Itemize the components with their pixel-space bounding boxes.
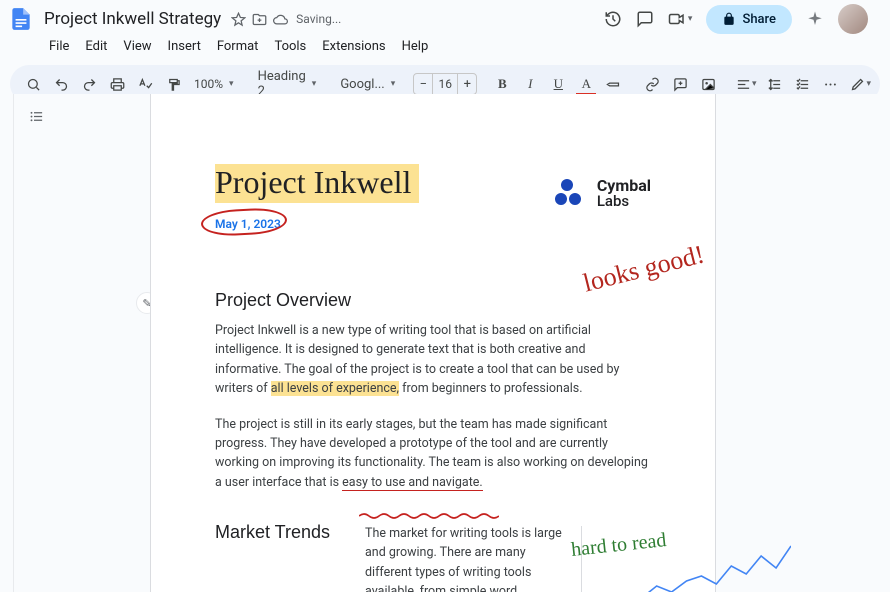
- logo-mark-icon: [555, 179, 589, 209]
- history-icon[interactable]: [604, 10, 622, 28]
- menu-insert[interactable]: Insert: [161, 36, 208, 57]
- menu-edit[interactable]: Edit: [78, 36, 114, 57]
- font-size-decrease[interactable]: −: [414, 77, 432, 92]
- gemini-icon[interactable]: [806, 10, 824, 28]
- doc-heading-title[interactable]: Project Inkwell: [215, 164, 419, 203]
- star-icon[interactable]: [231, 12, 246, 27]
- workspace: ✎ Project Inkwell May 1, 2023 CymbalLabs…: [0, 94, 890, 592]
- overview-paragraph-1[interactable]: Project Inkwell is a new type of writing…: [215, 321, 651, 399]
- comments-icon[interactable]: [636, 10, 654, 28]
- share-button[interactable]: Share: [706, 5, 792, 34]
- lock-icon: [722, 12, 736, 26]
- title-bar: Project Inkwell Strategy Saving... ▾ Sha…: [0, 0, 890, 34]
- cloud-status-icon[interactable]: [273, 12, 288, 27]
- menu-extensions[interactable]: Extensions: [315, 36, 392, 57]
- outline-toggle-button[interactable]: [22, 102, 50, 130]
- menu-tools[interactable]: Tools: [267, 36, 313, 57]
- menu-help[interactable]: Help: [395, 36, 436, 57]
- trends-paragraph[interactable]: The market for writing tools is large an…: [365, 524, 565, 592]
- font-size-control[interactable]: − 16 +: [413, 73, 477, 95]
- menu-view[interactable]: View: [116, 36, 158, 57]
- menu-file[interactable]: File: [42, 36, 76, 57]
- move-icon[interactable]: [252, 12, 267, 27]
- overview-paragraph-2[interactable]: The project is still in its early stages…: [215, 415, 651, 493]
- menu-bar: File Edit View Insert Format Tools Exten…: [0, 34, 890, 61]
- font-size-increase[interactable]: +: [458, 77, 476, 92]
- header-right: ▾ Share: [604, 4, 880, 34]
- menu-format[interactable]: Format: [210, 36, 266, 57]
- hand-circle-annotation: [200, 207, 287, 237]
- document-title[interactable]: Project Inkwell Strategy: [40, 8, 225, 30]
- document-page[interactable]: Project Inkwell May 1, 2023 CymbalLabs l…: [150, 94, 716, 592]
- doc-date[interactable]: May 1, 2023: [215, 217, 281, 231]
- account-avatar[interactable]: [838, 4, 868, 34]
- highlighted-text: all levels of experience,: [271, 381, 399, 396]
- underlined-text: easy to use and navigate.: [342, 475, 483, 491]
- docs-logo-icon[interactable]: [8, 2, 34, 36]
- font-size-value[interactable]: 16: [432, 74, 458, 94]
- share-label: Share: [742, 12, 776, 27]
- saving-status: Saving...: [296, 12, 341, 26]
- meet-icon[interactable]: ▾: [668, 10, 693, 28]
- hand-squiggle-annotation: [359, 512, 499, 520]
- company-logo: CymbalLabs: [555, 178, 651, 209]
- vertical-ruler[interactable]: [0, 94, 14, 592]
